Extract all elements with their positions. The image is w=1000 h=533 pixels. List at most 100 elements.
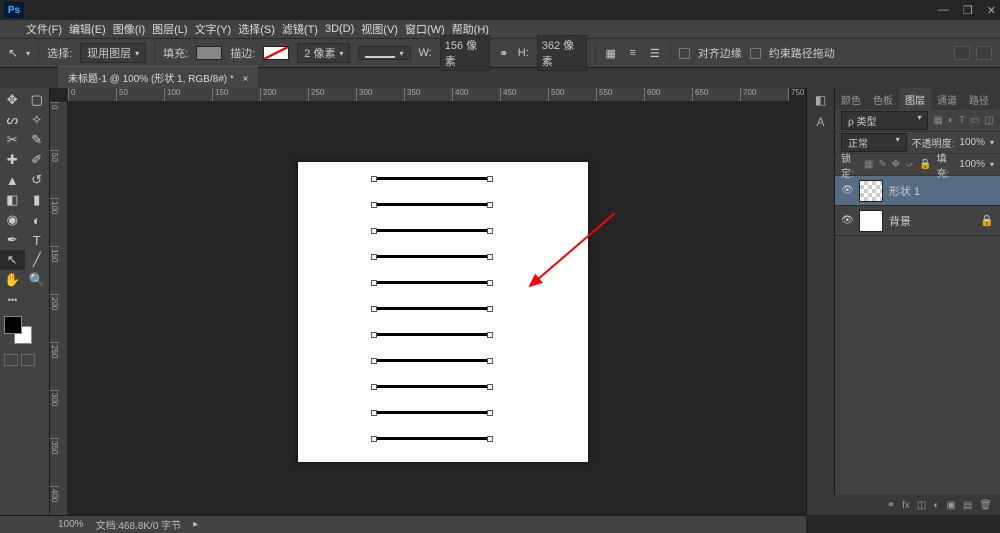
lock-all-icon[interactable]: 🔒 xyxy=(919,159,931,170)
maximize-icon[interactable]: ❐ xyxy=(963,4,973,17)
lock-icon: 🔒 xyxy=(980,214,994,227)
opacity-value[interactable]: 100% xyxy=(959,137,985,148)
panel-tab[interactable]: 通道 xyxy=(931,88,963,111)
mask-icon[interactable]: ◫ xyxy=(917,500,926,511)
path-selection-tool[interactable]: ↖ xyxy=(0,250,25,270)
panel-tab[interactable]: 路径 xyxy=(963,88,995,111)
width-label: W: xyxy=(419,47,432,59)
app-logo: Ps xyxy=(4,2,24,18)
menu-item[interactable]: 文件(F) xyxy=(26,21,62,37)
menu-item[interactable]: 视图(V) xyxy=(361,21,398,37)
panel-tab[interactable]: 图层 xyxy=(899,88,931,111)
eraser-tool[interactable]: ◧ xyxy=(0,190,25,210)
zoom-level[interactable]: 100% xyxy=(58,519,84,530)
dodge-tool[interactable]: ◐ xyxy=(25,210,50,230)
layer-kind-dropdown[interactable]: ρ 类型▾ xyxy=(841,111,928,130)
layer-thumb[interactable] xyxy=(859,180,883,202)
stroke-width[interactable]: 2 像素▾ xyxy=(297,43,350,63)
menu-item[interactable]: 选择(S) xyxy=(238,21,275,37)
filter-adj-icon[interactable]: ◐ xyxy=(948,115,954,126)
height-input[interactable]: 362 像素 xyxy=(537,35,587,71)
minimize-icon[interactable]: — xyxy=(938,4,949,17)
type-tool[interactable]: T xyxy=(25,230,50,250)
dock-icon-2[interactable]: A xyxy=(813,114,829,130)
lock-trans-icon[interactable]: ▦ xyxy=(864,159,873,170)
link-wh-icon[interactable]: ⚭ xyxy=(498,47,510,60)
height-label: H: xyxy=(518,47,529,59)
delete-icon[interactable]: 🗑 xyxy=(979,500,992,511)
menu-item[interactable]: 3D(D) xyxy=(325,23,354,35)
blur-tool[interactable]: ◉ xyxy=(0,210,25,230)
filter-img-icon[interactable]: ▦ xyxy=(933,115,942,126)
filter-shape-icon[interactable]: ▭ xyxy=(970,115,979,126)
group-icon[interactable]: ▣ xyxy=(946,500,955,511)
quickmask-mask[interactable] xyxy=(21,354,35,366)
fill-opacity-label: 填充: xyxy=(937,150,955,180)
adj-icon[interactable]: ◐ xyxy=(933,500,939,511)
select-dropdown[interactable]: 现用图层▾ xyxy=(80,43,146,63)
magic-wand-tool[interactable]: ✧ xyxy=(25,110,50,130)
marquee-tool[interactable]: ▢ xyxy=(25,90,50,110)
line-tool[interactable]: ╱ xyxy=(25,250,50,270)
menu-item[interactable]: 文字(Y) xyxy=(195,21,232,37)
history-brush-tool[interactable]: ↺ xyxy=(25,170,50,190)
menu-item[interactable]: 图层(L) xyxy=(152,21,187,37)
lasso-tool[interactable]: ᔕ xyxy=(0,110,25,130)
menu-item[interactable]: 编辑(E) xyxy=(69,21,106,37)
stroke-style[interactable]: ▾ xyxy=(358,46,410,60)
constrain-path-checkbox[interactable] xyxy=(750,48,761,59)
layer-thumb[interactable] xyxy=(859,210,883,232)
close-icon[interactable]: ✕ xyxy=(987,4,996,17)
stamp-tool[interactable]: ▲ xyxy=(0,170,25,190)
stroke-swatch[interactable] xyxy=(263,46,289,60)
hand-tool[interactable]: ✋ xyxy=(0,270,25,290)
align-edges-checkbox[interactable] xyxy=(679,48,690,59)
fg-bg-colors[interactable] xyxy=(4,316,44,350)
close-tab-icon[interactable]: × xyxy=(243,74,249,85)
pen-tool[interactable]: ✒ xyxy=(0,230,25,250)
canvas-area[interactable]: 0501001502002503003504004505005506006507… xyxy=(50,88,806,515)
status-bar: 100% 文档:468.8K/0 字节 ▸ xyxy=(0,515,806,533)
path-arrange-icon[interactable]: ☰ xyxy=(648,46,662,60)
link-layers-icon[interactable]: ⚭ xyxy=(887,500,895,511)
menu-item[interactable]: 图像(I) xyxy=(113,21,145,37)
fill-opacity-value[interactable]: 100% xyxy=(959,159,985,170)
lock-artboard-icon[interactable]: ᨆ xyxy=(905,159,914,170)
document-canvas[interactable] xyxy=(298,162,588,462)
tail-btn-1[interactable] xyxy=(954,46,970,60)
brush-tool[interactable]: ✐ xyxy=(25,150,50,170)
fx-icon[interactable]: fx xyxy=(902,500,910,511)
menu-item[interactable]: 窗口(W) xyxy=(405,21,445,37)
visibility-icon[interactable]: 👁 xyxy=(841,215,853,226)
fill-swatch[interactable] xyxy=(196,46,222,60)
panel-tab[interactable]: 颜色 xyxy=(835,88,867,111)
heal-tool[interactable]: ✚ xyxy=(0,150,25,170)
filter-smart-icon[interactable]: ◫ xyxy=(985,115,994,126)
lock-pixel-icon[interactable]: ✎ xyxy=(878,159,886,170)
visibility-icon[interactable]: 👁 xyxy=(841,185,853,196)
lock-label: 锁定: xyxy=(841,150,859,180)
toolbox-more[interactable]: ••• xyxy=(0,290,25,310)
path-selection-icon: ↖ xyxy=(8,46,18,60)
quickmask-std[interactable] xyxy=(4,354,18,366)
menu-bar: 文件(F) 编辑(E) 图像(I) 图层(L) 文字(Y) 选择(S) 滤镜(T) 3D(D)… xyxy=(0,20,1000,38)
move-tool[interactable]: ✥ xyxy=(0,90,25,110)
layer-row[interactable]: 👁背景🔒 xyxy=(835,206,1000,236)
path-align-icon[interactable]: ≡ xyxy=(626,46,640,60)
crop-tool[interactable]: ✂ xyxy=(0,130,25,150)
gradient-tool[interactable]: ▮ xyxy=(25,190,50,210)
dock-icon-1[interactable]: ◧ xyxy=(813,92,829,108)
filter-type-icon[interactable]: T xyxy=(959,115,965,126)
path-ops-icon[interactable]: ▦ xyxy=(604,46,618,60)
width-input[interactable]: 156 像素 xyxy=(440,35,490,71)
doc-info-chevron[interactable]: ▸ xyxy=(193,519,198,530)
eyedropper-tool[interactable]: ✎ xyxy=(25,130,50,150)
document-tab[interactable]: 未标题-1 @ 100% (形状 1, RGB/8#) * × xyxy=(58,66,258,88)
panel-tab[interactable]: 色板 xyxy=(867,88,899,111)
menu-item[interactable]: 滤镜(T) xyxy=(282,21,318,37)
new-layer-icon[interactable]: ▤ xyxy=(963,500,972,511)
tail-btn-2[interactable] xyxy=(976,46,992,60)
zoom-tool[interactable]: 🔍 xyxy=(25,270,50,290)
lock-pos-icon[interactable]: ✥ xyxy=(892,159,900,170)
layer-row[interactable]: 👁形状 1 xyxy=(835,176,1000,206)
